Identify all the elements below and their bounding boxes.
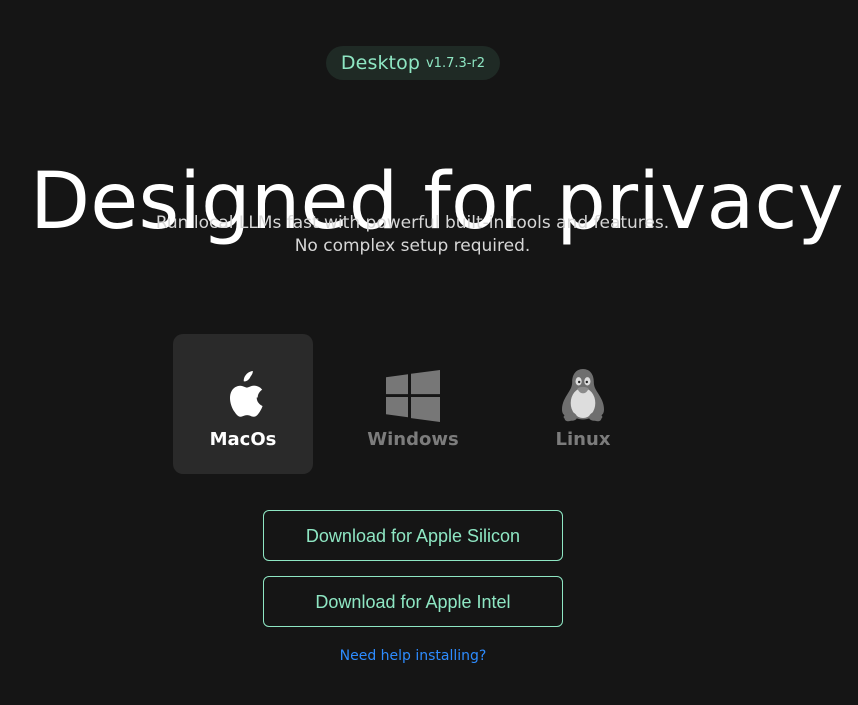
- linux-label: Linux: [555, 429, 611, 450]
- download-apple-silicon-button[interactable]: Download for Apple Silicon: [263, 510, 563, 561]
- desktop-label: Desktop: [340, 51, 420, 74]
- apple-icon: [215, 368, 271, 424]
- os-option-macos[interactable]: MacOs: [173, 334, 313, 474]
- download-apple-intel-button[interactable]: Download for Apple Intel: [263, 576, 563, 627]
- desktop-version-pill: Desktop v1.7.3-r2: [326, 46, 500, 80]
- version-number: v1.7.3-r2: [425, 56, 486, 71]
- subtitle-line-two: No complex setup required.: [294, 236, 531, 256]
- download-page: Desktop v1.7.3-r2 Designed for privacy R…: [0, 0, 858, 705]
- need-help-installing-link[interactable]: Need help installing?: [300, 646, 526, 666]
- os-option-windows[interactable]: Windows: [343, 334, 483, 474]
- windows-icon: [385, 368, 441, 424]
- windows-label: Windows: [367, 429, 459, 450]
- linux-penguin-icon: [555, 368, 611, 424]
- subtitle-line-one: Run local LLMs fast with powerful built-…: [155, 213, 670, 233]
- macos-label: MacOs: [209, 429, 277, 450]
- os-option-linux[interactable]: Linux: [513, 334, 653, 474]
- page-subtitle: Run local LLMs fast with powerful built-…: [120, 212, 705, 258]
